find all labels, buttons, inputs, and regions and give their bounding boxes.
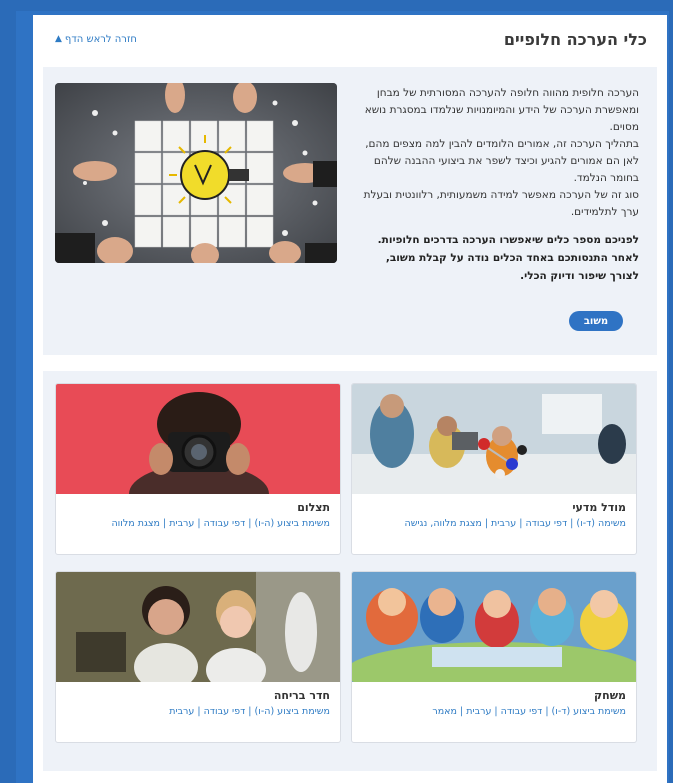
content-panel: כלי הערכה חלופיים חזרה לראש הדף ▲ הערכה … [33, 15, 667, 783]
intro-paragraph: סוג זה של הערכה מאפשר למידה משמעותית, רל… [363, 189, 639, 218]
feedback-button[interactable]: משוב [569, 311, 623, 331]
escape-room-image [56, 572, 340, 682]
intro-paragraph: הערכה חלופית מהווה חלופה להערכה המסורתית… [364, 87, 639, 133]
intro-text: הערכה חלופית מהווה חלופה להערכה המסורתית… [357, 85, 639, 285]
intro-section: הערכה חלופית מהווה חלופה להערכה המסורתית… [43, 67, 657, 355]
chevron-up-icon: ▲ [55, 34, 62, 44]
card-title: מודל מדעי [572, 501, 626, 514]
card-title: תצלום [297, 501, 330, 514]
tool-card-game[interactable]: משחק משימת ביצוע (ד-ו) | דפי עבודה | ערב… [351, 571, 637, 743]
back-to-top-label: חזרה לראש הדף [64, 33, 137, 45]
page-title: כלי הערכה חלופיים [503, 29, 647, 49]
tool-card-photography[interactable]: תצלום משימת ביצוע (ה-ו) | דפי עבודה | ער… [55, 383, 341, 555]
card-tags[interactable]: משימה (ד-ו) | דפי עבודה | ערבית | מצגת מ… [358, 518, 627, 529]
card-tags[interactable]: משימת ביצוע (ה-ו) | דפי עבודה | ערבית | … [62, 518, 330, 529]
science-model-image [352, 384, 636, 494]
card-tags[interactable]: משימת ביצוע (ה-ו) | דפי עבודה | ערבית [62, 706, 330, 717]
card-tags[interactable]: משימת ביצוע (ד-ו) | דפי עבודה | ערבית | … [358, 706, 626, 717]
page-header: כלי הערכה חלופיים חזרה לראש הדף ▲ [33, 15, 667, 63]
card-title: משחק [594, 689, 626, 702]
tools-grid: מודל מדעי משימה (ד-ו) | דפי עבודה | ערבי… [43, 371, 657, 771]
back-to-top-link[interactable]: חזרה לראש הדף ▲ [55, 34, 137, 45]
intro-paragraph: בתהליך הערכה זה, אמורים הלומדים להבין למ… [365, 138, 639, 184]
tool-card-science-model[interactable]: מודל מדעי משימה (ד-ו) | דפי עבודה | ערבי… [351, 383, 637, 555]
game-image [352, 572, 636, 682]
card-title: חדר בריחה [273, 689, 330, 702]
lightbulb-hands-image [55, 83, 337, 263]
intro-call-to-action: לפניכם מספר כלים שיאפשרו הערכה בדרכים חל… [377, 234, 639, 282]
tool-card-escape-room[interactable]: חדר בריחה משימת ביצוע (ה-ו) | דפי עבודה … [55, 571, 341, 743]
photography-image [56, 384, 340, 494]
